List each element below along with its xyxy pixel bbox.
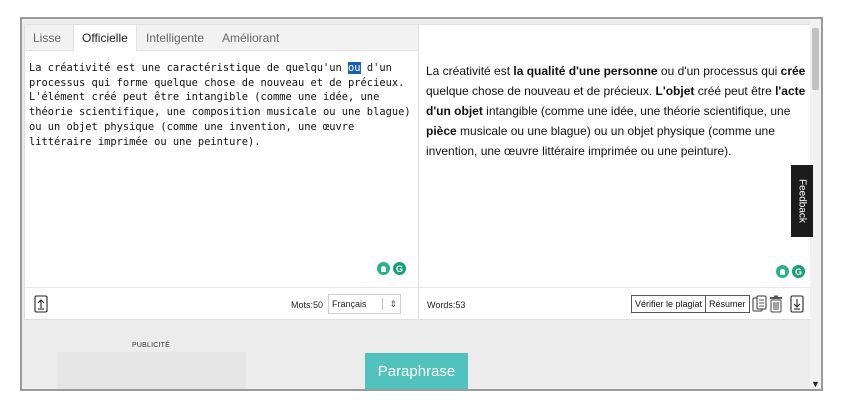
output-changed-phrase[interactable]: la qualité d'une personne — [513, 64, 657, 78]
check-plagiarism-button[interactable]: Vérifier le plagiat — [631, 295, 707, 313]
input-text-area[interactable]: La créativité est une caractéristique de… — [29, 61, 413, 149]
chevron-up-down-icon: ⇕ — [389, 299, 397, 309]
output-word-count: Words:53 — [427, 300, 466, 310]
scroll-down-arrow-icon[interactable]: ▼ — [811, 379, 820, 389]
output-changed-phrase[interactable]: L'objet — [656, 84, 695, 98]
language-select-value: Français — [332, 299, 367, 309]
upload-icon[interactable] — [34, 295, 48, 313]
output-footer-divider — [419, 287, 813, 288]
ad-placeholder — [57, 352, 246, 389]
output-text-segment: intangible (comme une idée, une théorie … — [482, 104, 791, 118]
input-text-before: La créativité est une caractéristique de… — [29, 62, 349, 74]
grammar-check-icon-output[interactable]: G — [792, 265, 805, 278]
tab-lisse[interactable]: Lisse — [33, 25, 61, 51]
output-text-segment: ou d'un processus qui — [657, 64, 781, 78]
input-footer-divider — [25, 287, 418, 288]
grammar-check-icon[interactable]: G — [393, 262, 406, 275]
paraphrase-panel: Lisse Officielle Intelligente Améliorant… — [24, 24, 813, 321]
input-word-count: Mots:50 — [291, 300, 324, 310]
download-icon[interactable] — [790, 295, 804, 313]
tab-ameliorant[interactable]: Améliorant — [222, 25, 279, 51]
tab-intelligente[interactable]: Intelligente — [146, 25, 204, 51]
app-frame: Lisse Officielle Intelligente Améliorant… — [20, 17, 823, 391]
feedback-label: Feedback — [796, 179, 808, 223]
paraphrase-button[interactable]: Paraphrase — [365, 353, 468, 389]
lightbulb-icon[interactable] — [377, 262, 390, 275]
ad-label: PUBLICITÉ — [132, 342, 170, 349]
output-text-segment: quelque chose de nouveau et de précieux. — [426, 84, 656, 98]
lightbulb-icon-output[interactable] — [776, 265, 789, 278]
trash-icon[interactable] — [769, 295, 783, 313]
mode-tab-bar: Lisse Officielle Intelligente Améliorant — [25, 25, 418, 51]
tab-officielle[interactable]: Officielle — [73, 25, 137, 51]
selected-word[interactable]: ou — [348, 62, 361, 74]
language-select[interactable]: Français ⇕ — [328, 294, 401, 314]
copy-icon[interactable] — [752, 295, 767, 313]
scrollbar-thumb[interactable] — [812, 28, 819, 90]
output-text-segment: La créativité est — [426, 64, 514, 78]
output-changed-phrase[interactable]: crée — [781, 64, 806, 78]
select-separator — [382, 298, 383, 310]
output-text-segment: créé peut être — [694, 84, 776, 98]
feedback-tab[interactable]: Feedback — [791, 165, 813, 237]
output-text-segment: musicale ou une blague) ou un objet phys… — [426, 124, 775, 158]
summarize-button[interactable]: Résumer — [705, 295, 750, 313]
panel-divider — [418, 25, 419, 321]
output-changed-phrase[interactable]: pièce — [426, 124, 457, 138]
output-text-area: La créativité est la qualité d'une perso… — [426, 61, 808, 161]
input-text-after: d'un processus qui forme quelque chose d… — [29, 62, 417, 148]
